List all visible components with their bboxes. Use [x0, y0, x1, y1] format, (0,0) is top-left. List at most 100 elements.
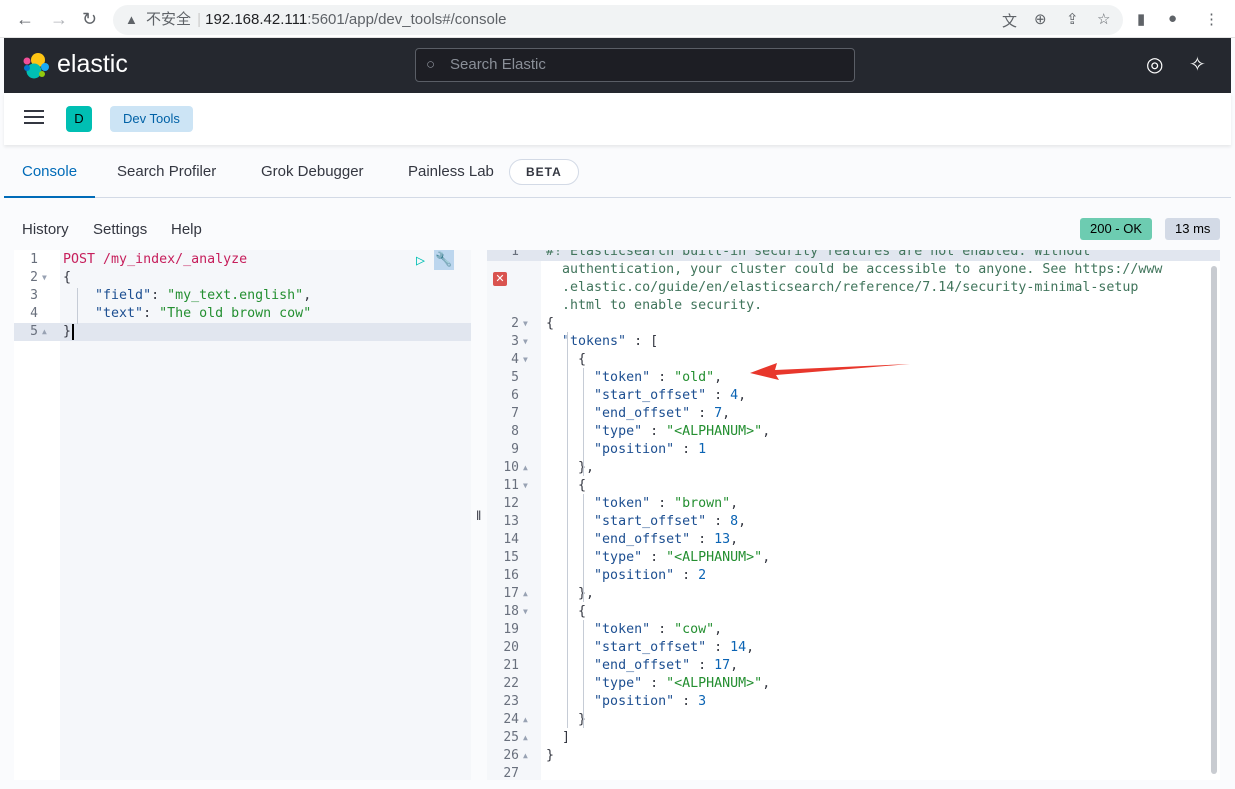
code-token: "position" — [594, 694, 675, 709]
code-token: "start_offset" — [594, 388, 707, 403]
menu-toggle-icon[interactable] — [24, 110, 44, 124]
fold-up-icon[interactable]: ▲ — [523, 711, 528, 729]
tab-search-profiler[interactable]: Search Profiler — [117, 145, 216, 198]
code-token: : — [690, 532, 715, 547]
help-button[interactable]: Help — [171, 221, 202, 238]
share-icon[interactable]: ⇪ — [1066, 10, 1079, 28]
code-token: , — [730, 532, 739, 547]
address-bar[interactable]: ▲ 不安全 | 192.168.42.111:5601/app/dev_tools… — [113, 5, 1123, 35]
comment-text: .html to enable security. — [546, 298, 763, 313]
code-line: 19 "token" : "cow", — [487, 621, 1220, 639]
settings-button[interactable]: Settings — [93, 221, 147, 238]
line-number: 1 — [511, 250, 519, 259]
fold-up-icon[interactable]: ▲ — [523, 585, 528, 603]
breadcrumb-bar: D Dev Tools — [4, 93, 1231, 145]
comment-text: #! Elasticsearch built-in security featu… — [546, 250, 1091, 259]
browser-toolbar: ← → ↻ ▲ 不安全 | 192.168.42.111:5601/app/dev… — [0, 0, 1235, 38]
search-input[interactable]: ○ Search Elastic — [415, 48, 855, 82]
code-token: , — [714, 370, 723, 385]
fold-down-icon[interactable]: ▼ — [523, 477, 528, 495]
line-number: 25 — [503, 730, 519, 745]
zoom-icon[interactable]: ⊕ — [1034, 10, 1047, 28]
line-number: 15 — [503, 550, 519, 565]
fold-up-icon[interactable]: ▲ — [523, 729, 528, 747]
code-text: } — [63, 323, 71, 341]
tab-console[interactable]: Console — [4, 145, 96, 198]
space-avatar[interactable]: D — [66, 106, 92, 132]
indent-guide — [583, 368, 584, 476]
code-token: : — [674, 568, 699, 583]
fold-up-icon[interactable]: ▲ — [523, 459, 528, 477]
code-line: 6 "start_offset" : 4, — [487, 387, 1220, 405]
code-line: 7 "end_offset" : 7, — [487, 405, 1220, 423]
code-token: 1 — [698, 442, 707, 457]
forward-icon[interactable]: → — [50, 9, 68, 30]
code-text: "end_offset" : 7, — [546, 405, 730, 423]
code-token: : — [690, 406, 715, 421]
line-number: 5 — [511, 370, 519, 385]
tab-painless-lab[interactable]: Painless Lab — [408, 145, 494, 198]
fold-down-icon[interactable]: ▼ — [42, 269, 47, 287]
profile-icon[interactable]: ● — [1168, 10, 1177, 27]
code-text: "tokens" : [ — [546, 333, 658, 351]
dev-tools-tabs: Console Search Profiler Grok Debugger Pa… — [4, 145, 1231, 198]
line-number: 4 — [511, 352, 519, 367]
back-icon[interactable]: ← — [16, 9, 34, 30]
fold-up-icon[interactable]: ▲ — [523, 747, 528, 765]
code-token: , — [722, 406, 731, 421]
line-number: 7 — [511, 406, 519, 421]
code-token: : — [151, 288, 168, 303]
code-token: , — [762, 424, 771, 439]
elastic-logo-icon[interactable] — [22, 52, 50, 80]
news-party-icon[interactable]: ✧ — [1189, 52, 1206, 77]
resize-handle[interactable]: ‖ — [476, 508, 481, 523]
code-token: }, — [546, 586, 595, 601]
code-text: "field": "my_text.english", — [63, 287, 311, 305]
code-token: 8 — [730, 514, 739, 529]
bookmark-star-icon[interactable]: ☆ — [1097, 10, 1110, 28]
code-text: "token" : "old", — [546, 369, 722, 387]
fold-up-icon[interactable]: ▲ — [42, 323, 47, 341]
code-line: 20 "start_offset" : 14, — [487, 639, 1220, 657]
code-line: 22 "type" : "<ALPHANUM>", — [487, 675, 1220, 693]
menu-icon[interactable]: ⋮ — [1204, 10, 1219, 28]
app-header: elastic ○ Search Elastic ◎ ✧ — [4, 38, 1231, 93]
history-button[interactable]: History — [22, 221, 69, 238]
request-editor[interactable]: ▷ 🔧 1 POST /my_index/_analyze 2 ▼{3 "field"… — [14, 250, 471, 780]
code-text: "position" : 1 — [546, 441, 706, 459]
response-editor[interactable]: ✕ 1 #! Elasticsearch built-in security fe… — [487, 250, 1220, 780]
code-text: "end_offset" : 13, — [546, 531, 738, 549]
help-lifebuoy-icon[interactable]: ◎ — [1146, 52, 1163, 77]
url-host: 192.168.42.111 — [205, 11, 308, 28]
code-token: "end_offset" — [594, 406, 691, 421]
code-token: : — [650, 496, 675, 511]
code-line: 25 ▲ ] — [487, 729, 1220, 747]
code-token: : — [690, 658, 715, 673]
breadcrumb-dev-tools[interactable]: Dev Tools — [110, 106, 193, 132]
side-panel-icon[interactable]: ▮ — [1137, 10, 1145, 28]
code-token: { — [546, 316, 555, 331]
fold-down-icon[interactable]: ▼ — [523, 315, 528, 333]
code-token: "text" — [95, 306, 144, 321]
fold-down-icon[interactable]: ▼ — [523, 603, 528, 621]
comment-text: .elastic.co/guide/en/elasticsearch/refer… — [546, 280, 1139, 295]
code-token: POST — [63, 252, 96, 267]
fold-down-icon[interactable]: ▼ — [523, 351, 528, 369]
code-token: : — [642, 676, 667, 691]
reload-icon[interactable]: ↻ — [82, 9, 97, 30]
translate-icon[interactable]: 文 — [1002, 10, 1017, 31]
code-token: "<ALPHANUM>" — [666, 424, 763, 439]
tab-grok-debugger[interactable]: Grok Debugger — [261, 145, 364, 198]
response-scrollbar[interactable] — [1211, 266, 1217, 774]
code-token: 14 — [730, 640, 747, 655]
code-line: 11 ▼ { — [487, 477, 1220, 495]
fold-down-icon[interactable]: ▼ — [523, 333, 528, 351]
code-token: "end_offset" — [594, 532, 691, 547]
code-token: } — [63, 324, 72, 339]
code-text: "position" : 2 — [546, 567, 706, 585]
